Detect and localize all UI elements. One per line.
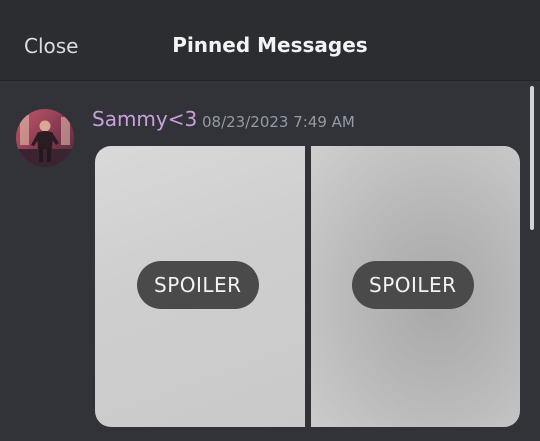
spoiler-label[interactable]: SPOILER xyxy=(137,261,259,309)
avatar-image xyxy=(16,109,74,167)
pinned-message[interactable]: Sammy<3 08/23/2023 7:49 AM SPOILER SPOIL… xyxy=(0,81,540,441)
scrollbar[interactable] xyxy=(530,86,534,230)
spoiler-label[interactable]: SPOILER xyxy=(352,261,474,309)
message-author[interactable]: Sammy<3 xyxy=(92,107,197,131)
pinned-messages-screen: Close Pinned Messages Sammy<3 08/23/2023… xyxy=(0,0,540,441)
page-title-text: Pinned Messages xyxy=(172,33,368,57)
header-bar: Close Pinned Messages xyxy=(0,0,540,81)
avatar[interactable] xyxy=(16,109,74,167)
page-title: Pinned Messages xyxy=(0,33,540,57)
message-timestamp: 08/23/2023 7:49 AM xyxy=(202,113,355,131)
attachment-gallery: SPOILER SPOILER xyxy=(95,146,520,427)
spoiler-image-2[interactable]: SPOILER xyxy=(311,146,520,427)
spoiler-image-1[interactable]: SPOILER xyxy=(95,146,305,427)
